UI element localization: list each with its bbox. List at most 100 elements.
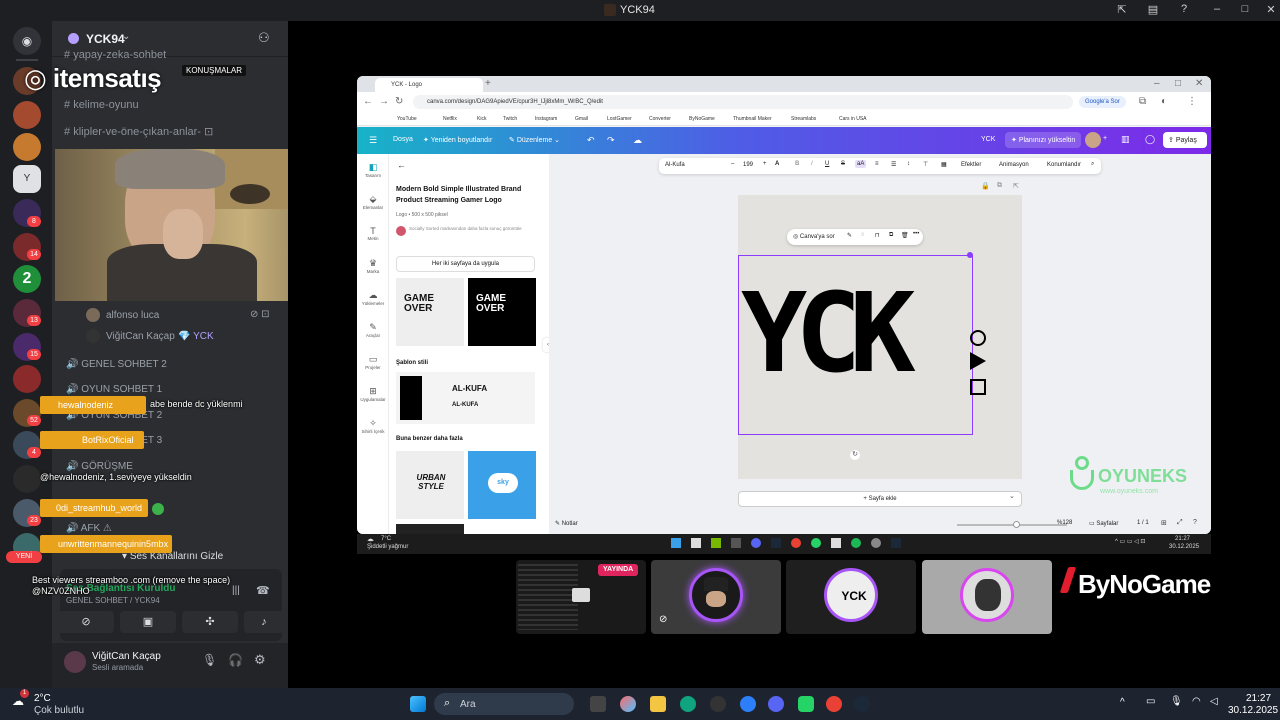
rail-item-elements[interactable]: ⬙ Elemanlar <box>357 194 389 210</box>
back-icon[interactable]: ← <box>397 160 406 170</box>
back-icon[interactable]: ← <box>363 96 373 107</box>
italic-icon[interactable]: I <box>811 161 813 167</box>
participant-tile[interactable] <box>922 560 1052 634</box>
style-card[interactable]: AL-KUFA AL-KUFA <box>396 372 535 424</box>
font-size-increase[interactable]: + <box>763 161 767 167</box>
discord-icon[interactable] <box>768 696 784 712</box>
app-icon[interactable] <box>711 538 721 548</box>
menu-icon[interactable]: ⋮ <box>1187 96 1197 107</box>
duplicate-icon[interactable]: ⧉ <box>997 182 1002 190</box>
rail-item-design[interactable]: ◧ Tasarım <box>357 162 389 178</box>
wifi-icon[interactable]: ◠ <box>1192 696 1201 707</box>
zoom-slider[interactable] <box>957 524 1067 526</box>
lock-icon[interactable]: ⊓ <box>875 232 880 239</box>
reload-icon[interactable]: ↻ <box>395 96 403 107</box>
bookmark-item[interactable]: LostGamer <box>607 116 632 122</box>
bookmark-item[interactable]: YouTube <box>397 116 417 122</box>
pages-button[interactable]: ▭ Sayfalar <box>1089 520 1118 527</box>
rotate-handle[interactable]: ↻ <box>850 450 860 460</box>
upgrade-button[interactable]: ✦ Planınızı yükseltin <box>1005 132 1082 148</box>
rail-item-apps[interactable]: ⊞ Uygulamalar <box>357 386 389 402</box>
fullscreen-icon[interactable]: ⤢ <box>1177 519 1183 527</box>
headphones-icon[interactable]: 🎧 <box>228 653 243 667</box>
plus-icon[interactable]: + <box>485 78 491 89</box>
paint-format-icon[interactable]: ⌕ <box>1091 161 1094 168</box>
maximize-button[interactable]: □ <box>1237 3 1253 17</box>
server-icon-7[interactable]: 2 <box>13 265 41 293</box>
font-select[interactable]: Al-Kufa <box>665 162 725 168</box>
app-icon[interactable] <box>680 696 696 712</box>
notes-button[interactable]: ✎ Notlar <box>555 520 578 527</box>
inbox-icon[interactable]: ▤ <box>1145 3 1161 17</box>
app-icon[interactable] <box>710 696 726 712</box>
chevron-down-icon[interactable]: ⌄ <box>1009 492 1021 506</box>
share-button[interactable]: ⇪ Paylaş <box>1163 132 1207 148</box>
avatar[interactable] <box>64 651 86 673</box>
case-icon[interactable]: aA <box>855 160 867 168</box>
copy-icon[interactable]: ⧉ <box>889 232 893 239</box>
underline-icon[interactable]: U <box>825 161 829 167</box>
tray-icons[interactable]: ^ ▭ ▭ ◁ ⊡ <box>1115 538 1145 545</box>
soundboard-button[interactable]: ♪ <box>244 611 284 633</box>
whatsapp-icon[interactable] <box>811 538 821 548</box>
template-thumb[interactable]: GAME OVER <box>396 278 464 346</box>
microphone-icon[interactable]: 🎙 <box>1170 696 1183 707</box>
minimize-button[interactable]: – <box>1154 78 1160 89</box>
discord-icon[interactable] <box>751 538 761 548</box>
discord-home-icon[interactable]: ◉ <box>13 27 41 55</box>
more-icon[interactable]: ••• <box>913 231 919 237</box>
text-color-icon[interactable]: A <box>775 161 779 167</box>
tray-overflow-icon[interactable]: ^ <box>1120 697 1125 708</box>
bookmark-item[interactable]: Streamlabs <box>791 116 816 122</box>
google-ask-button[interactable]: Google'a Sor <box>1079 96 1126 108</box>
list-icon[interactable]: ☰ <box>891 161 896 168</box>
ask-canva-button[interactable]: ◎ Canva'ya sor <box>793 233 835 240</box>
start-button[interactable] <box>410 696 426 712</box>
rail-item-magic[interactable]: ✧ Sihirli İçerik <box>357 418 389 434</box>
zoom-level[interactable]: %128 <box>1057 520 1072 526</box>
steam-icon[interactable] <box>891 538 901 548</box>
redo-icon[interactable]: ↷ <box>607 135 615 146</box>
template-thumb[interactable] <box>396 524 464 534</box>
bookmark-item[interactable]: Thumbnail Maker <box>733 116 772 122</box>
camera-off-button[interactable]: ⊘ <box>58 611 114 633</box>
bookmark-item[interactable]: Netflix <box>443 116 457 122</box>
maximize-button[interactable]: □ <box>1175 78 1181 89</box>
app-icon[interactable] <box>740 696 756 712</box>
volume-icon[interactable]: ◁ <box>1210 696 1218 707</box>
strikethrough-icon[interactable]: S <box>841 161 845 167</box>
steam-icon[interactable] <box>854 696 870 712</box>
chrome-icon[interactable] <box>826 696 842 712</box>
bookmark-item[interactable]: ByNoGame <box>689 116 715 122</box>
doc-name[interactable]: YCK <box>981 136 995 143</box>
pin-icon[interactable]: ⇱ <box>1114 3 1130 17</box>
server-icon-3[interactable] <box>13 133 41 161</box>
spacing-icon[interactable]: ↕ <box>907 161 910 167</box>
participant-tile[interactable]: ⊘ <box>651 560 781 634</box>
bookmark-item[interactable]: Gmail <box>575 116 588 122</box>
search-bar[interactable]: ⌕ Ara <box>434 693 574 715</box>
gear-icon[interactable]: ⚙ <box>254 652 266 668</box>
template-thumb[interactable]: URBAN STYLE <box>396 451 464 519</box>
trash-icon[interactable]: 🗑 <box>901 232 909 239</box>
resize-handle[interactable] <box>967 252 973 258</box>
screen-share-button[interactable]: ▣ <box>120 611 176 633</box>
participant-tile[interactable]: YCK <box>786 560 916 634</box>
disconnect-icon[interactable]: ☎ <box>256 584 270 597</box>
add-member-icon[interactable]: ⚇ <box>258 30 270 46</box>
file-explorer-icon[interactable] <box>650 696 666 712</box>
lock-icon[interactable]: 🔒 <box>981 182 990 190</box>
font-size[interactable]: 199 <box>743 162 753 168</box>
bookmark-item[interactable]: Converter <box>649 116 671 122</box>
grid-view-icon[interactable]: ⊞ <box>1161 519 1167 527</box>
add-page-button[interactable]: + Sayfa ekle <box>738 491 1022 507</box>
template-author[interactable]: Socially Sorted markasından daha fazla s… <box>409 225 529 232</box>
app-icon[interactable] <box>691 538 701 548</box>
cloud-icon[interactable]: ☁ <box>633 135 642 146</box>
chrome-icon[interactable] <box>791 538 801 548</box>
voice-channel[interactable]: 🔊 GENEL SOHBET 2 <box>66 359 167 370</box>
app-icon[interactable] <box>831 538 841 548</box>
windows-icon[interactable] <box>671 538 681 548</box>
hamburger-icon[interactable]: ☰ <box>369 135 377 146</box>
rail-item-text[interactable]: T Metin <box>357 226 389 241</box>
